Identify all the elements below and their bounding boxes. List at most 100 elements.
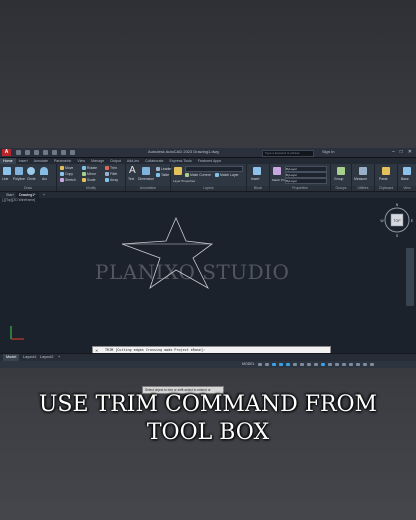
clipboard-panel-title[interactable]: Clipboard: [375, 186, 397, 191]
arc-icon[interactable]: [40, 167, 48, 175]
osnap-icon[interactable]: [286, 363, 290, 366]
caption-line-2: TOOL BOX: [146, 420, 270, 445]
redo-icon[interactable]: [70, 150, 75, 155]
stretch-button[interactable]: Stretch: [60, 178, 76, 183]
draw-panel-title[interactable]: Draw: [0, 186, 56, 191]
array-icon: [105, 178, 109, 183]
modify-panel-title[interactable]: Modify: [57, 186, 125, 191]
paste-button[interactable]: Paste: [379, 177, 388, 181]
trim-button[interactable]: Trim: [105, 166, 117, 171]
rotate-button[interactable]: Rotate: [82, 166, 97, 171]
trim-icon: [105, 166, 109, 171]
lineweight-icon[interactable]: [300, 363, 304, 366]
stretch-icon: [60, 178, 64, 183]
line-icon[interactable]: [3, 167, 11, 175]
group-icon[interactable]: [337, 167, 345, 175]
copy-icon: [60, 172, 64, 177]
match-layer-button[interactable]: Match Layer: [215, 173, 239, 178]
utilities-panel: Measure Utilities: [352, 164, 375, 191]
mirror-button[interactable]: Mirror: [82, 172, 96, 177]
paste-icon[interactable]: [382, 167, 390, 175]
table-button[interactable]: Table: [156, 173, 169, 178]
block-panel-title[interactable]: Block: [247, 186, 269, 191]
layer-properties-icon[interactable]: [174, 167, 182, 175]
text-icon[interactable]: A: [129, 165, 136, 176]
layout-tabs: Model Layout1 Layout2 +: [0, 353, 416, 361]
fullscreen-icon[interactable]: [363, 363, 367, 366]
layer-properties-button[interactable]: Layer Properties: [173, 179, 195, 183]
annotation-panel-title[interactable]: Annotation: [126, 186, 170, 191]
leader-button[interactable]: Leader: [156, 167, 172, 172]
open-icon[interactable]: [25, 150, 30, 155]
polyline-button[interactable]: Polyline: [13, 177, 25, 181]
add-layout-button[interactable]: +: [55, 354, 63, 361]
copy-button[interactable]: Copy: [60, 172, 73, 177]
measure-button[interactable]: Measure: [354, 177, 367, 181]
make-current-button[interactable]: Make Current: [185, 173, 211, 178]
layers-panel-title[interactable]: Layers: [171, 186, 246, 191]
undo-icon[interactable]: [61, 150, 66, 155]
insert-icon[interactable]: [253, 167, 261, 175]
circle-button[interactable]: Circle: [27, 177, 36, 181]
tab-model[interactable]: Model: [3, 354, 20, 361]
annotation-monitor-icon[interactable]: [335, 363, 339, 366]
sign-in-button[interactable]: Sign In: [322, 149, 334, 154]
move-button[interactable]: Move: [60, 166, 73, 171]
otrack-icon[interactable]: [293, 363, 297, 366]
base-icon[interactable]: [403, 167, 411, 175]
dimension-icon[interactable]: [142, 167, 150, 175]
base-button[interactable]: Base: [401, 177, 409, 181]
selection-cycling-icon[interactable]: [314, 363, 318, 366]
navigation-bar[interactable]: [406, 248, 414, 306]
groups-panel-title[interactable]: Groups: [331, 186, 351, 191]
insert-button[interactable]: Insert: [251, 177, 259, 181]
fillet-button[interactable]: Fillet: [105, 172, 117, 177]
viewcube[interactable]: TOP N S W E: [380, 203, 413, 238]
tab-layout2[interactable]: Layout2: [37, 354, 57, 361]
scale-icon: [82, 178, 86, 183]
lineweight-dropdown[interactable]: ByLayer: [285, 178, 327, 184]
customization-icon[interactable]: [370, 363, 374, 366]
arc-button[interactable]: Arc: [42, 177, 47, 181]
model-space-toggle[interactable]: MODEL: [242, 361, 255, 368]
measure-icon[interactable]: [359, 167, 367, 175]
layer-dropdown[interactable]: [185, 166, 243, 172]
isolate-objects-icon[interactable]: [356, 363, 360, 366]
group-button[interactable]: Group: [334, 177, 343, 181]
units-icon[interactable]: [342, 363, 346, 366]
polyline-icon[interactable]: [15, 167, 23, 175]
snap-icon[interactable]: [265, 363, 269, 366]
close-icon[interactable]: ✕: [408, 149, 412, 155]
workspace-icon[interactable]: [328, 363, 332, 366]
grid-icon[interactable]: [258, 363, 262, 366]
quick-properties-icon[interactable]: [349, 363, 353, 366]
scale-button[interactable]: Scale: [82, 178, 95, 183]
search-input[interactable]: Type a keyword or phrase: [262, 150, 314, 157]
autocad-logo-icon[interactable]: A: [2, 149, 11, 156]
utilities-panel-title[interactable]: Utilities: [352, 186, 374, 191]
annotation-scale-icon[interactable]: [321, 363, 325, 366]
save-as-icon[interactable]: [43, 150, 48, 155]
polar-icon[interactable]: [279, 363, 283, 366]
ortho-icon[interactable]: [272, 363, 276, 366]
viewcube-south-label: S: [396, 234, 399, 238]
new-icon[interactable]: [16, 150, 21, 155]
text-button[interactable]: Text: [128, 177, 134, 181]
viewcube-west-label: W: [380, 219, 384, 223]
line-button[interactable]: Line: [2, 177, 8, 181]
maximize-icon[interactable]: □: [400, 149, 403, 155]
transparency-icon[interactable]: [307, 363, 311, 366]
properties-panel-title[interactable]: Properties: [270, 186, 330, 191]
quick-access-toolbar: [16, 150, 75, 155]
view-panel-title[interactable]: View: [398, 186, 416, 191]
minimize-icon[interactable]: –: [392, 149, 395, 155]
circle-icon[interactable]: [27, 167, 35, 175]
ribbon: Line Polyline Circle Arc Draw Move Rotat…: [0, 164, 416, 192]
plot-icon[interactable]: [52, 150, 57, 155]
modify-panel: Move Rotate Trim Copy Mirror Fillet Stre…: [57, 164, 126, 191]
save-icon[interactable]: [34, 150, 39, 155]
array-button[interactable]: Array: [105, 178, 118, 183]
dimension-button[interactable]: Dimension: [138, 177, 154, 181]
match-properties-icon[interactable]: [273, 167, 281, 175]
table-icon: [156, 173, 160, 178]
